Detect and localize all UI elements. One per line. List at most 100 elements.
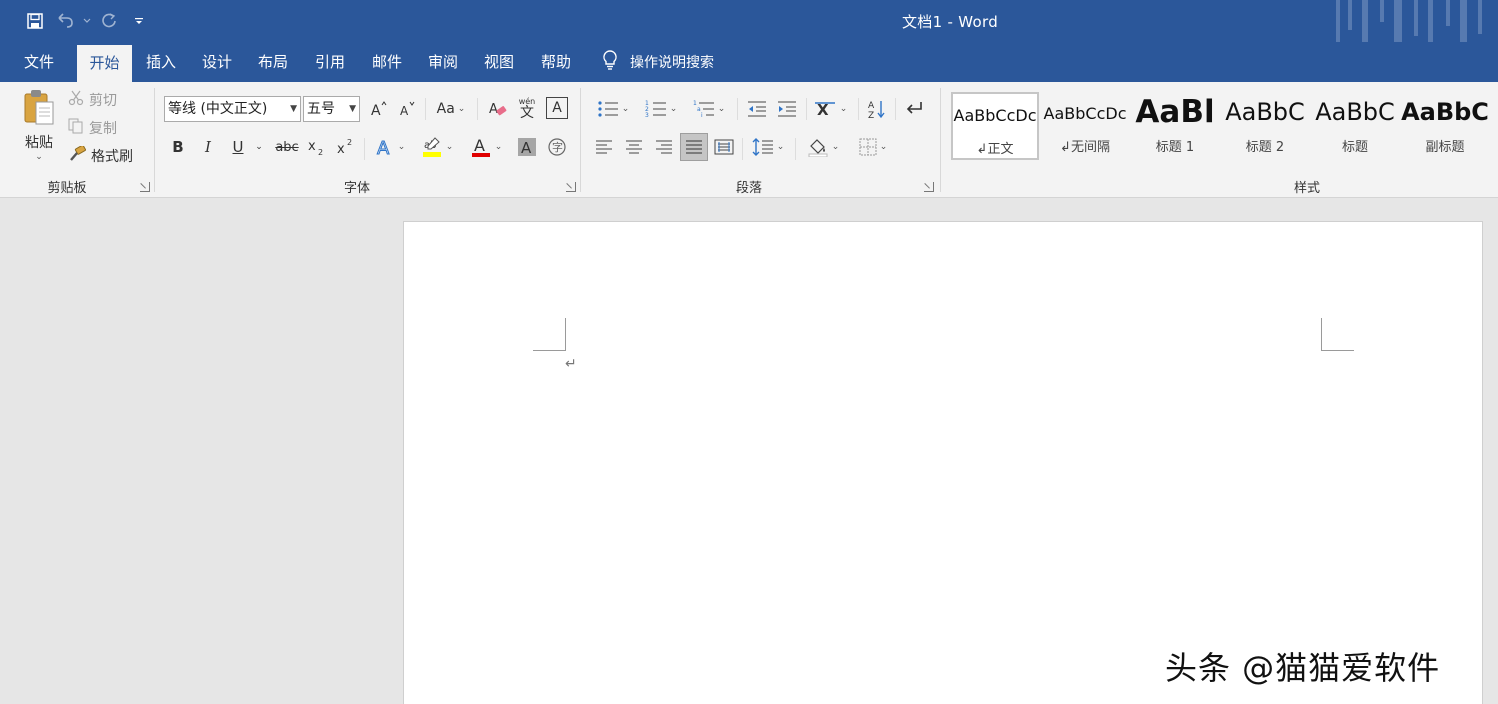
chinese-layout-button[interactable]: X ⌄ bbox=[812, 97, 850, 121]
style-subtitle[interactable]: AaBbC 副标题 bbox=[1401, 92, 1489, 160]
style-name: ↲无间隔 bbox=[1041, 136, 1129, 155]
enclosed-character-icon[interactable]: 字 bbox=[546, 135, 568, 159]
svg-text:i: i bbox=[701, 112, 703, 118]
save-icon[interactable] bbox=[22, 8, 48, 34]
line-spacing-icon bbox=[752, 138, 774, 156]
style-name: ↲正文 bbox=[953, 138, 1037, 157]
watermark: 头条 @猫猫爱软件 bbox=[1165, 643, 1440, 689]
font-group-label: 字体 bbox=[156, 177, 558, 196]
style-normal[interactable]: AaBbCcDc ↲正文 bbox=[951, 92, 1039, 160]
tab-view[interactable]: 视图 bbox=[474, 42, 524, 82]
paragraph-mark: ↵ bbox=[565, 356, 577, 372]
show-hide-marks-icon[interactable] bbox=[901, 96, 927, 122]
text-effects-button[interactable]: A ⌄ bbox=[372, 135, 408, 159]
grow-font-icon[interactable]: A bbox=[367, 97, 391, 121]
ribbon-home: 粘贴 ⌄ 剪切 复制 格式刷 剪贴板 等线 (中文正文) ▼ 五号 ▼ A A … bbox=[0, 82, 1498, 198]
align-center-icon[interactable] bbox=[622, 135, 646, 159]
superscript-icon[interactable]: x2 bbox=[335, 135, 357, 159]
format-painter-label: 格式刷 bbox=[91, 146, 133, 166]
group-divider bbox=[580, 88, 581, 192]
margin-corner-left bbox=[533, 318, 566, 351]
undo-dropdown-icon[interactable] bbox=[82, 8, 92, 34]
ribbon-tabs: 文件 开始 插入 设计 布局 引用 邮件 审阅 视图 帮助 操作说明搜索 bbox=[0, 42, 1498, 82]
copy-button[interactable]: 复制 bbox=[68, 118, 117, 138]
line-spacing-button[interactable]: ⌄ bbox=[748, 135, 788, 159]
document-page[interactable]: ↵ bbox=[403, 221, 1483, 704]
divider bbox=[795, 138, 796, 160]
shrink-font-icon[interactable]: A bbox=[395, 97, 419, 121]
tab-insert[interactable]: 插入 bbox=[136, 42, 186, 82]
tab-file[interactable]: 文件 bbox=[12, 42, 66, 82]
italic-button[interactable]: I bbox=[198, 135, 218, 159]
highlight-color-button[interactable]: ab ⌄ bbox=[416, 135, 458, 159]
svg-text:x: x bbox=[308, 139, 316, 154]
underline-dropdown-icon[interactable]: ⌄ bbox=[252, 135, 266, 159]
font-color-icon: A bbox=[470, 136, 492, 158]
svg-text:2: 2 bbox=[318, 148, 323, 156]
decrease-indent-icon[interactable] bbox=[744, 97, 770, 121]
increase-indent-icon[interactable] bbox=[774, 97, 800, 121]
tab-review[interactable]: 审阅 bbox=[418, 42, 468, 82]
tab-layout[interactable]: 布局 bbox=[248, 42, 298, 82]
strikethrough-button[interactable]: abc bbox=[272, 135, 302, 159]
multilevel-list-button[interactable]: 1ai ⌄ bbox=[688, 97, 730, 121]
font-launcher-icon[interactable] bbox=[566, 182, 576, 192]
undo-icon[interactable] bbox=[52, 8, 78, 34]
svg-text:3: 3 bbox=[645, 112, 649, 118]
divider bbox=[742, 138, 743, 160]
phonetic-guide-button[interactable]: wén 文 bbox=[514, 96, 540, 122]
font-size-combo[interactable]: 五号 ▼ bbox=[303, 96, 360, 122]
tab-home[interactable]: 开始 bbox=[77, 45, 132, 82]
svg-text:A: A bbox=[489, 102, 498, 117]
font-name-combo[interactable]: 等线 (中文正文) ▼ bbox=[164, 96, 301, 122]
numbering-button[interactable]: 123 ⌄ bbox=[640, 97, 682, 121]
subscript-icon[interactable]: x2 bbox=[306, 135, 328, 159]
tab-design[interactable]: 设计 bbox=[192, 42, 242, 82]
chevron-down-icon: ▼ bbox=[349, 97, 356, 121]
style-heading-2[interactable]: AaBbC 标题 2 bbox=[1221, 92, 1309, 160]
align-right-icon[interactable] bbox=[652, 135, 676, 159]
chevron-down-icon: ⌄ bbox=[777, 142, 785, 152]
divider bbox=[737, 98, 738, 120]
borders-icon bbox=[859, 138, 877, 156]
paste-icon bbox=[22, 88, 56, 130]
paragraph-launcher-icon[interactable] bbox=[924, 182, 934, 192]
tab-help[interactable]: 帮助 bbox=[531, 42, 581, 82]
style-title[interactable]: AaBbC 标题 bbox=[1311, 92, 1399, 160]
paste-dropdown-icon[interactable]: ⌄ bbox=[35, 152, 43, 162]
bullets-button[interactable]: ⌄ bbox=[592, 97, 634, 121]
cut-button[interactable]: 剪切 bbox=[68, 90, 117, 110]
tell-me-search[interactable]: 操作说明搜索 bbox=[600, 42, 714, 82]
clipboard-launcher-icon[interactable] bbox=[140, 182, 150, 192]
bold-button[interactable]: B bbox=[168, 135, 188, 159]
change-case-button[interactable]: Aa ⌄ bbox=[432, 97, 470, 121]
shading-button[interactable]: ⌄ bbox=[802, 135, 844, 159]
align-left-icon[interactable] bbox=[592, 135, 616, 159]
margin-corner-right bbox=[1321, 318, 1354, 351]
paste-button[interactable]: 粘贴 ⌄ bbox=[18, 88, 60, 162]
font-size-value: 五号 bbox=[307, 101, 335, 117]
qat-customize-icon[interactable] bbox=[126, 8, 152, 34]
style-heading-1[interactable]: AaBl 标题 1 bbox=[1131, 92, 1219, 160]
character-shading-icon[interactable]: A bbox=[516, 135, 538, 159]
underline-button[interactable]: U bbox=[228, 135, 248, 159]
lightbulb-icon bbox=[600, 49, 620, 75]
tab-mailings[interactable]: 邮件 bbox=[362, 42, 412, 82]
font-name-value: 等线 (中文正文) bbox=[168, 101, 267, 117]
enclose-character-button[interactable]: A bbox=[546, 97, 568, 119]
sort-icon[interactable]: AZ bbox=[864, 96, 890, 122]
distributed-icon[interactable] bbox=[712, 135, 736, 159]
tab-references[interactable]: 引用 bbox=[305, 42, 355, 82]
borders-button[interactable]: ⌄ bbox=[852, 135, 894, 159]
paste-label: 粘贴 bbox=[25, 132, 53, 152]
redo-icon[interactable] bbox=[96, 8, 122, 34]
clear-formatting-icon[interactable]: A bbox=[486, 97, 510, 121]
justify-icon[interactable] bbox=[680, 133, 708, 161]
format-painter-button[interactable]: 格式刷 bbox=[68, 146, 133, 166]
chevron-down-icon: ⌄ bbox=[840, 104, 848, 114]
divider bbox=[858, 98, 859, 120]
style-no-spacing[interactable]: AaBbCcDc ↲无间隔 bbox=[1041, 92, 1129, 160]
svg-text:2: 2 bbox=[347, 138, 352, 147]
chinese-layout-icon: X bbox=[815, 100, 837, 118]
font-color-button[interactable]: A ⌄ bbox=[464, 135, 508, 159]
